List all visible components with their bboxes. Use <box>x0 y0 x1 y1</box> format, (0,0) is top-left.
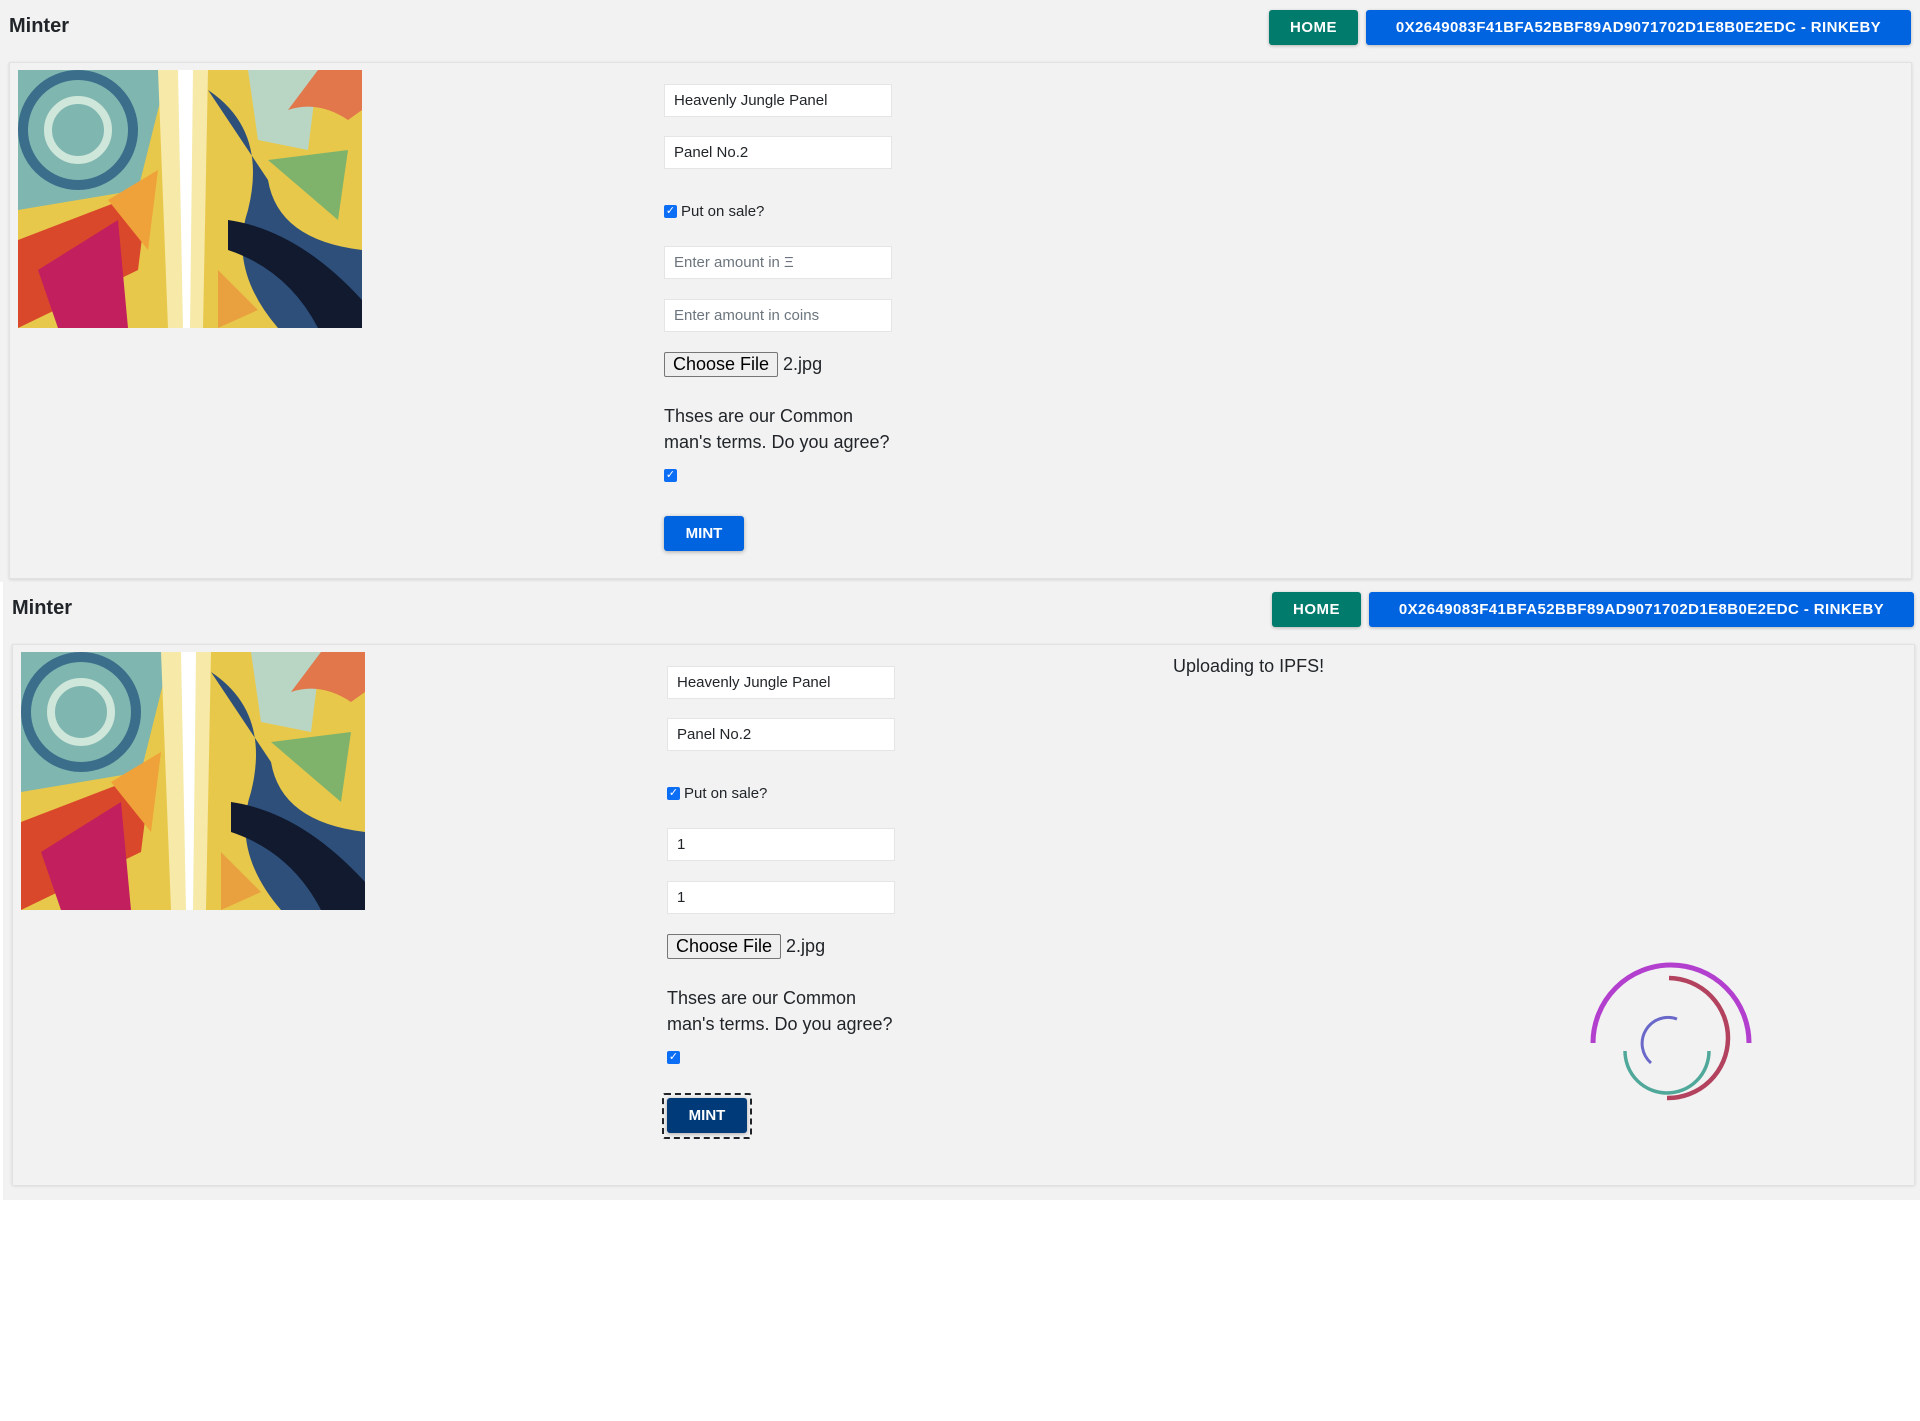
minter-view-uploading: Minter HOME 0X2649083F41BFA52BBF89AD9071… <box>3 582 1920 1200</box>
put-on-sale-row: ✓ Put on sale? <box>667 785 767 802</box>
terms-text: Thses are our Common man's terms. Do you… <box>664 406 890 452</box>
mint-form-card: ✓ Put on sale? Choose File 2.jpg Thses a… <box>12 644 1915 1185</box>
mint-form-card: ✓ Put on sale? Choose File 2.jpg Thses a… <box>9 62 1912 579</box>
terms-text: Thses are our Common man's terms. Do you… <box>667 988 893 1034</box>
mint-button[interactable]: MINT <box>664 516 744 551</box>
home-button[interactable]: HOME <box>1269 10 1358 45</box>
navbar: Minter HOME 0X2649083F41BFA52BBF89AD9071… <box>0 0 1920 52</box>
price-eth-input[interactable] <box>664 246 892 279</box>
navbar: Minter HOME 0X2649083F41BFA52BBF89AD9071… <box>3 582 1920 634</box>
choose-file-button[interactable]: Choose File <box>664 352 779 377</box>
put-on-sale-label: Put on sale? <box>684 785 768 802</box>
artwork-preview-image <box>18 70 362 328</box>
file-picker: Choose File 2.jpg <box>664 352 822 377</box>
terms-agree-row: ✓ <box>667 1051 680 1064</box>
brand-title: Minter <box>12 597 72 619</box>
brand-title: Minter <box>9 15 69 37</box>
mint-button[interactable]: MINT <box>667 1098 747 1133</box>
artwork-preview-image <box>21 652 365 910</box>
put-on-sale-checkbox[interactable]: ✓ <box>667 787 680 800</box>
nft-description-input[interactable] <box>667 718 895 751</box>
price-eth-input[interactable] <box>667 828 895 861</box>
price-coins-input[interactable] <box>667 881 895 914</box>
terms-agree-checkbox[interactable]: ✓ <box>664 469 677 482</box>
account-network-button[interactable]: 0X2649083F41BFA52BBF89AD9071702D1E8B0E2E… <box>1369 592 1914 627</box>
file-name: 2.jpg <box>783 354 823 374</box>
nft-name-input[interactable] <box>664 84 892 117</box>
put-on-sale-checkbox[interactable]: ✓ <box>664 205 677 218</box>
nft-description-input[interactable] <box>664 136 892 169</box>
home-button[interactable]: HOME <box>1272 592 1361 627</box>
choose-file-button[interactable]: Choose File <box>667 934 782 959</box>
account-network-button[interactable]: 0X2649083F41BFA52BBF89AD9071702D1E8B0E2E… <box>1366 10 1911 45</box>
terms-agree-row: ✓ <box>664 469 677 482</box>
nft-name-input[interactable] <box>667 666 895 699</box>
put-on-sale-row: ✓ Put on sale? <box>664 203 764 220</box>
terms-agree-checkbox[interactable]: ✓ <box>667 1051 680 1064</box>
upload-status-text: Uploading to IPFS! <box>1173 656 1325 676</box>
file-picker: Choose File 2.jpg <box>667 934 825 959</box>
put-on-sale-label: Put on sale? <box>681 203 765 220</box>
price-coins-input[interactable] <box>664 299 892 332</box>
loading-spinner-icon <box>1585 961 1755 1111</box>
minter-view-initial: Minter HOME 0X2649083F41BFA52BBF89AD9071… <box>0 0 1920 582</box>
file-name: 2.jpg <box>786 936 826 956</box>
